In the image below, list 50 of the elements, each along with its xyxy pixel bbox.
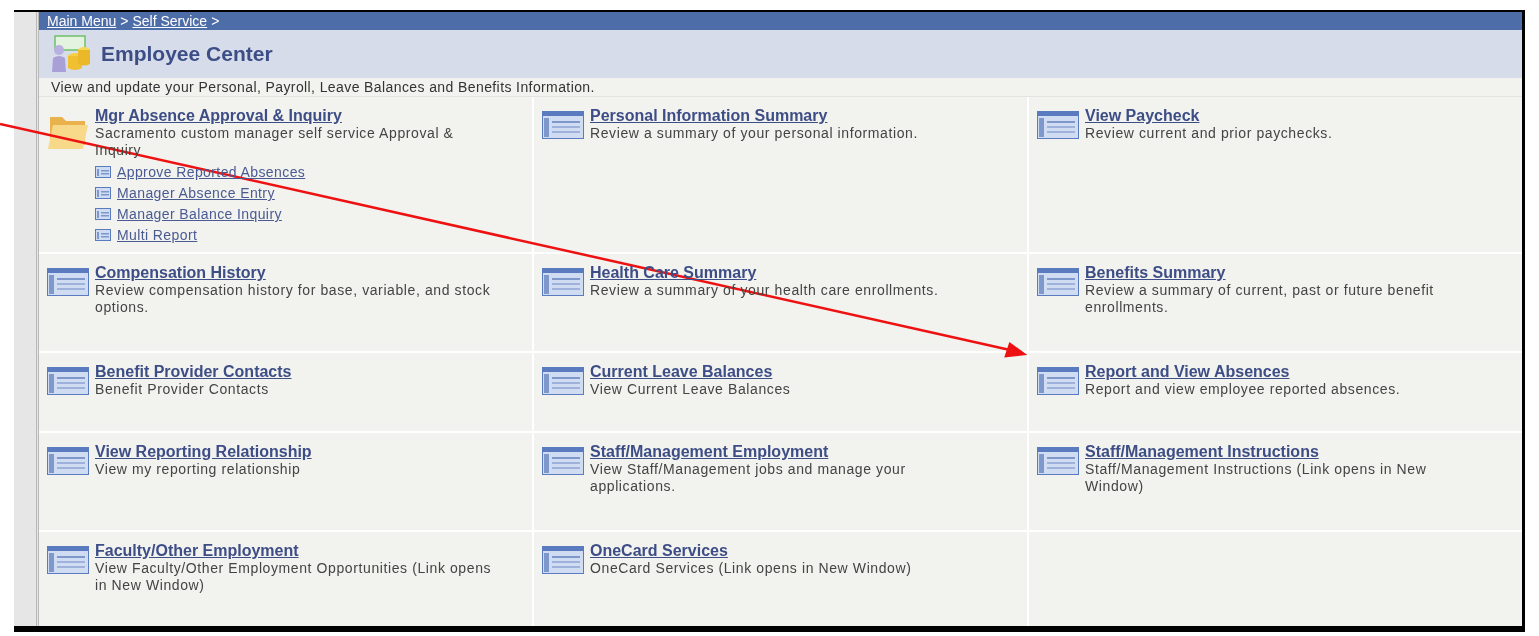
tile-description: Review current and prior paychecks. — [1085, 125, 1333, 142]
page-icon — [47, 268, 89, 296]
page-icon — [47, 546, 89, 574]
sub-link[interactable]: Manager Absence Entry — [117, 185, 275, 201]
breadcrumb-link[interactable]: Main Menu — [47, 13, 117, 29]
tile-title-link[interactable]: View Paycheck — [1085, 107, 1200, 125]
tile-description: Staff/Management Instructions (Link opens in New Window) — [1085, 461, 1428, 495]
tile-description: View my reporting relationship — [95, 461, 301, 478]
page-icon — [1037, 111, 1079, 139]
page-icon — [95, 166, 111, 178]
page-icon — [95, 229, 111, 241]
breadcrumb-link[interactable]: Self Service — [132, 13, 208, 29]
tile-title-link[interactable]: OneCard Services — [590, 542, 728, 560]
tile-title-link[interactable]: Staff/Management Instructions — [1085, 443, 1319, 461]
tile-title-link[interactable]: Faculty/Other Employment — [95, 542, 299, 560]
tile-description: View Staff/Management jobs and manage your applications. — [590, 461, 907, 495]
page-icon — [47, 447, 89, 475]
page-icon — [542, 111, 584, 139]
tile-title-link[interactable]: Personal Information Summary — [590, 107, 828, 125]
tile-title-link[interactable]: Compensation History — [95, 264, 266, 282]
tile-description: View Current Leave Balances — [590, 381, 791, 398]
sub-link[interactable]: Multi Report — [117, 227, 198, 243]
page-icon — [542, 447, 584, 475]
tile-description: Review a summary of current, past or future benefit enrollments. — [1085, 282, 1435, 316]
tile-title-link[interactable]: Report and View Absences — [1085, 363, 1290, 381]
page-icon — [1037, 447, 1079, 475]
breadcrumb-separator: > — [120, 13, 129, 29]
tile-title-link[interactable]: Current Leave Balances — [590, 363, 773, 381]
tile-title-link[interactable]: Benefit Provider Contacts — [95, 363, 292, 381]
tile-title-link[interactable]: Staff/Management Employment — [590, 443, 829, 461]
page-icon — [1037, 268, 1079, 296]
tile-title-link[interactable]: View Reporting Relationship — [95, 443, 312, 461]
page-icon — [542, 367, 584, 395]
tile-description: OneCard Services (Link opens in New Window) — [590, 560, 912, 577]
tile-description: Report and view employee reported absences. — [1085, 381, 1401, 398]
tile-title-link[interactable]: Mgr Absence Approval & Inquiry — [95, 107, 342, 125]
tile-description: Review compensation history for base, variable, and stock options. — [95, 282, 492, 316]
breadcrumb-separator: > — [211, 13, 220, 29]
page-icon — [1037, 367, 1079, 395]
tile-description: Review a summary of your personal information. — [590, 125, 918, 142]
page-title: Employee Center — [101, 42, 273, 66]
page-icon — [95, 187, 111, 199]
tile-title-link[interactable]: Benefits Summary — [1085, 264, 1226, 282]
tile-description: View Faculty/Other Employment Opportunities (Link opens in New Window) — [95, 560, 493, 594]
page-icon — [542, 268, 584, 296]
tile-description: Benefit Provider Contacts — [95, 381, 269, 398]
page-icon — [95, 208, 111, 220]
page-icon — [542, 546, 584, 574]
sub-link[interactable]: Manager Balance Inquiry — [117, 206, 282, 222]
page-icon — [47, 367, 89, 395]
